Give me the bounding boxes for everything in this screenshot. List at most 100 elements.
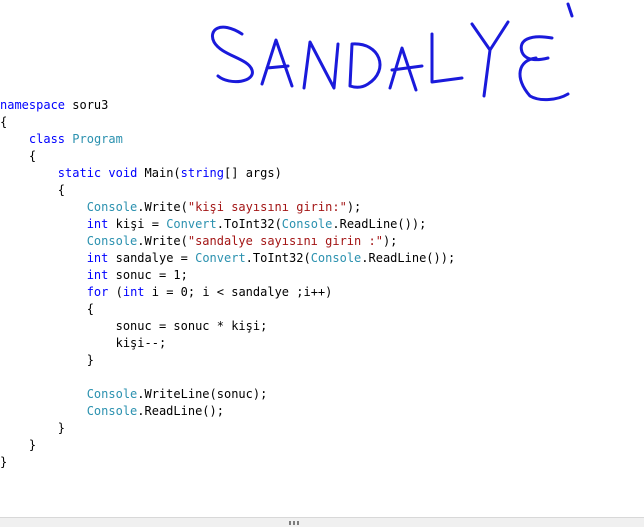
grip-dots-icon[interactable] — [289, 521, 299, 525]
code-token-type-name: Console — [86, 404, 138, 418]
scribble-letter-e — [518, 35, 570, 102]
code-line: Console.ReadLine(); — [0, 403, 224, 420]
code-line: } — [0, 420, 65, 437]
horizontal-scrollbar[interactable] — [0, 517, 644, 527]
code-line: } — [0, 437, 36, 454]
code-token-text: sonuc = sonuc * kişi; — [115, 319, 268, 333]
code-token-keyword: void — [108, 166, 138, 180]
code-token-text: .ReadLine(); — [137, 404, 224, 418]
code-token-type-name: Console — [310, 251, 362, 265]
code-line: Console.Write("sandalye sayısını girin :… — [0, 233, 398, 250]
code-token-type-name: Console — [86, 234, 138, 248]
code-line: int sandalye = Convert.ToInt32(Console.R… — [0, 250, 456, 267]
scribble-accent — [566, 2, 574, 18]
code-token-text: kişi--; — [115, 336, 167, 350]
code-token-type-name: Program — [72, 132, 123, 146]
handwritten-scribble — [211, 2, 574, 102]
code-token-text: } — [86, 353, 94, 367]
code-token-text: .ToInt32( — [216, 217, 282, 231]
code-token-text: soru3 — [65, 98, 109, 112]
code-token-keyword: int — [86, 251, 109, 265]
code-token-text: sonuc = 1; — [108, 268, 188, 282]
code-token-text: } — [28, 438, 37, 452]
code-token-text: { — [28, 149, 37, 163]
scribble-letter-a1 — [260, 38, 294, 88]
code-line: { — [0, 114, 7, 131]
code-token-type-name: Console — [86, 200, 138, 214]
code-line: { — [0, 301, 94, 318]
code-token-text: ( — [108, 285, 123, 299]
code-line: int sonuc = 1; — [0, 267, 188, 284]
code-editor[interactable]: namespace soru3{ class Program { static … — [0, 97, 644, 517]
code-token-text: .ReadLine()); — [332, 217, 427, 231]
code-line: { — [0, 182, 65, 199]
code-token-text: .ToInt32( — [245, 251, 311, 265]
scribble-letter-a2 — [388, 46, 424, 92]
code-token-text: ); — [382, 234, 398, 248]
code-token-type-name: Convert — [166, 217, 217, 231]
code-line: static void Main(string[] args) — [0, 165, 282, 182]
code-token-type-name: Console — [281, 217, 333, 231]
code-token-type-name: Convert — [195, 251, 246, 265]
code-line: } — [0, 352, 94, 369]
scribble-letter-y — [470, 20, 510, 98]
code-line: kişi--; — [0, 335, 167, 352]
scribble-letter-l — [430, 32, 464, 84]
code-token-text: { — [57, 183, 66, 197]
code-token-text: .Write( — [137, 234, 188, 248]
code-token-string-literal: "sandalye sayısını girin :" — [187, 234, 383, 248]
code-line: namespace soru3 — [0, 97, 108, 114]
code-line: Console.WriteLine(sonuc); — [0, 386, 268, 403]
code-token-type-name: Console — [86, 387, 138, 401]
code-token-text: i = 0; i < sandalye ;i++) — [144, 285, 333, 299]
code-token-keyword: namespace — [0, 98, 66, 112]
code-line: { — [0, 148, 36, 165]
code-token-keyword: static — [57, 166, 102, 180]
code-token-keyword: string — [180, 166, 225, 180]
code-token-text: .Write( — [137, 200, 188, 214]
code-token-text: sandalye = — [108, 251, 196, 265]
code-line: Console.Write("kişi sayısını girin:"); — [0, 199, 362, 216]
code-token-text: [] args) — [224, 166, 282, 180]
scribble-letter-d — [348, 42, 382, 89]
code-line: sonuc = sonuc * kişi; — [0, 318, 268, 335]
code-line: int kişi = Convert.ToInt32(Console.ReadL… — [0, 216, 427, 233]
code-line: for (int i = 0; i < sandalye ;i++) — [0, 284, 333, 301]
code-token-text: .ReadLine()); — [361, 251, 456, 265]
code-token-text: { — [86, 302, 94, 316]
scribble-letter-n — [302, 40, 340, 90]
code-token-text: { — [0, 115, 8, 129]
code-token-keyword: for — [86, 285, 109, 299]
code-token-keyword: int — [86, 217, 109, 231]
code-token-keyword: int — [122, 285, 145, 299]
code-token-text: } — [0, 455, 8, 469]
scribble-letter-s — [211, 25, 254, 84]
code-token-text: .WriteLine(sonuc); — [137, 387, 268, 401]
code-token-string-literal: "kişi sayısını girin:" — [187, 200, 347, 214]
code-token-text: Main( — [137, 166, 181, 180]
code-token-keyword: int — [86, 268, 109, 282]
code-line: class Program — [0, 131, 123, 148]
code-token-text: kişi = — [108, 217, 167, 231]
handwriting-ink — [211, 2, 574, 102]
code-token-keyword: class — [28, 132, 66, 146]
code-token-text: ); — [346, 200, 362, 214]
code-token-text: } — [57, 421, 66, 435]
